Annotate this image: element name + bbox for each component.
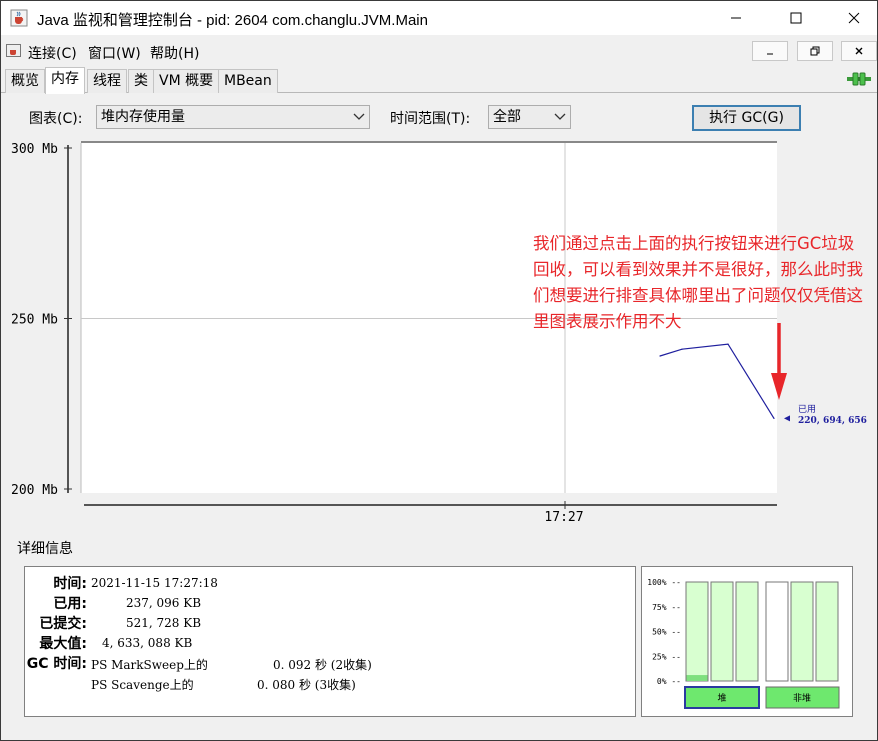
menu-connection[interactable]: 连接(C) (28, 43, 77, 63)
java-app-icon (6, 44, 21, 57)
gc-marksweep-name: PS MarkSweep上的 (91, 658, 208, 672)
y-tick-label: 250 Mb (11, 313, 58, 328)
current-value-marker (784, 415, 790, 422)
time-range-label: 时间范围(T): (390, 111, 471, 127)
minimize-button[interactable] (713, 1, 759, 35)
annotation-arrow-icon (771, 323, 787, 400)
gc-marksweep-value: 0. 092 秒 (2收集) (273, 658, 372, 672)
heap-pool-bar (685, 581, 709, 682)
nonheap-pool-bar (790, 581, 814, 682)
tab-bar: 概览 内存 线程 类 VM 概要 MBean (1, 65, 877, 94)
menu-help[interactable]: 帮助(H) (150, 43, 199, 63)
nonheap-pool-bar (765, 581, 789, 682)
tab-classes[interactable]: 类 (128, 69, 154, 93)
close-icon (848, 12, 860, 24)
current-value-label: 220, 694, 656 (798, 416, 867, 426)
committed-value: 521, 728 KB (126, 616, 202, 630)
used-key: 已用: (53, 596, 87, 612)
tab-mbean[interactable]: MBean (218, 69, 278, 93)
pool-y-tick-label: 75% -- (652, 603, 681, 612)
minimize-icon (767, 53, 773, 55)
heap-pool-label: 堆 (717, 693, 726, 704)
maximize-button[interactable] (773, 1, 819, 35)
menu-window[interactable]: 窗口(W) (88, 43, 141, 63)
used-value: 237, 096 KB (126, 596, 202, 610)
nonheap-pool-label: 非堆 (793, 692, 811, 704)
chart-select-label: 图表(C): (29, 111, 83, 127)
tab-threads[interactable]: 线程 (87, 69, 127, 93)
gc-scavenge-value: 0. 080 秒 (3收集) (257, 678, 356, 692)
close-icon (855, 47, 863, 55)
chart-select-value: 堆内存使用量 (101, 109, 185, 125)
chevron-down-icon (353, 113, 365, 120)
minimize-icon (731, 17, 741, 19)
internal-close-button[interactable] (841, 41, 877, 61)
restore-icon (810, 46, 820, 56)
tab-memory[interactable]: 内存 (45, 67, 85, 94)
max-value: 4, 633, 088 KB (102, 636, 193, 650)
internal-restore-button[interactable] (797, 41, 833, 61)
nonheap-pool-bar (815, 581, 839, 682)
pool-y-tick-label: 50% -- (652, 628, 681, 637)
chart-select[interactable]: 堆内存使用量 (96, 105, 370, 129)
perform-gc-button[interactable]: 执行 GC(G) (692, 105, 801, 131)
memory-pools-panel: 100% -- 75% -- 50% -- 25% -- 0% -- 堆 非堆 (641, 566, 853, 717)
pool-y-tick-label: 25% -- (652, 652, 681, 661)
menu-bar: 连接(C) 窗口(W) 帮助(H) (1, 35, 877, 65)
data-point (659, 355, 661, 357)
data-point (681, 348, 683, 350)
time-range-select[interactable]: 全部 (488, 105, 571, 129)
data-point (727, 343, 729, 345)
chevron-down-icon (554, 113, 566, 120)
pool-y-tick-label: 0% -- (657, 677, 681, 686)
y-tick-label: 300 Mb (11, 142, 58, 157)
connection-status-icon (847, 72, 871, 86)
jconsole-window: Java 监视和管理控制台 - pid: 2604 com.changlu.JV… (0, 0, 878, 741)
details-title: 详细信息 (17, 541, 73, 557)
pool-y-tick-label: 100% -- (647, 578, 681, 587)
java-cup-icon (10, 9, 28, 27)
data-point (773, 417, 775, 419)
close-button[interactable] (831, 1, 877, 35)
max-key: 最大值: (39, 636, 87, 652)
window-title: Java 监视和管理控制台 - pid: 2604 com.changlu.JV… (37, 12, 428, 29)
x-tick-label: 17:27 (544, 510, 583, 525)
internal-minimize-button[interactable] (752, 41, 788, 61)
committed-key: 已提交: (39, 616, 87, 632)
time-value: 2021-11-15 17:27:18 (91, 576, 218, 590)
series-legend-label: 已用 (798, 404, 816, 415)
tab-vm-summary[interactable]: VM 概要 (153, 69, 220, 93)
maximize-icon (790, 12, 802, 24)
heap-pool-bar (710, 581, 734, 682)
gc-scavenge-name: PS Scavenge上的 (91, 678, 194, 692)
heap-pool-fill (686, 675, 708, 681)
annotation-note: 我们通过点击上面的执行按钮来进行GC垃圾回收，可以看到效果并不是很好，那么此时我… (533, 234, 863, 331)
time-key: 时间: (53, 576, 87, 592)
title-bar: Java 监视和管理控制台 - pid: 2604 com.changlu.JV… (1, 1, 877, 35)
tab-overview[interactable]: 概览 (5, 69, 45, 93)
heap-pool-bar (735, 581, 759, 682)
details-panel: 时间: 2021-11-15 17:27:18 已用: 237, 096 KB … (24, 566, 636, 717)
time-range-value: 全部 (493, 109, 521, 125)
y-tick-label: 200 Mb (11, 483, 58, 498)
gc-time-key: GC 时间: (26, 656, 87, 672)
